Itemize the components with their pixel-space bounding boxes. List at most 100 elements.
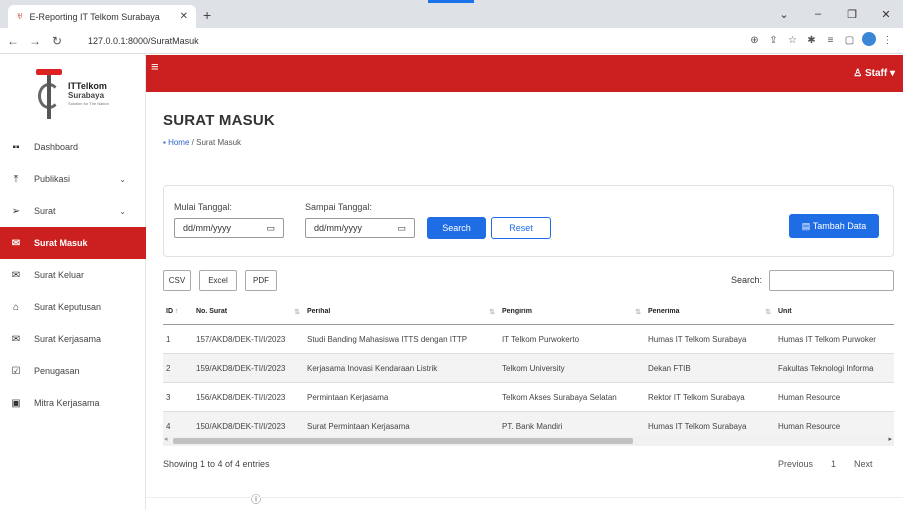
zoom-icon[interactable]: ⊕ [745,35,764,46]
col-header-perihal[interactable]: Perihal ⇅ [304,308,499,315]
sidebar-item-surat[interactable]: ➢ Surat ⌄ [0,195,146,227]
back-icon[interactable]: ← [4,34,22,48]
cell-no-surat: 150/AKD8/DEK-TI/I/2023 [196,421,286,431]
address-bar: ← → ↻ ⓘ 127.0.0.1:8000/SuratMasuk ⊕ ⇪ ☆ … [0,28,903,506]
info-icon[interactable]: ⓘ [251,491,261,506]
reload-icon[interactable]: ↻ [48,34,66,48]
tab-search-icon[interactable]: ⌄ [767,8,801,21]
sidebar-item-surat-masuk[interactable]: ✉ Surat Masuk [0,227,146,259]
col-header-no-surat[interactable]: No. Surat ⇅ [193,308,304,315]
cell-pengirim: PT. Bank Mandiri [502,421,563,431]
grid-icon: ▪▪ [12,141,20,153]
window-controls: ⌄ – ❐ ✕ [767,0,903,28]
new-tab-icon[interactable]: + [203,7,211,23]
table-row[interactable]: 3 156/AKD8/DEK-TI/I/2023 Permintaan Kerj… [163,383,894,412]
scroll-right-icon[interactable]: ▸ [888,435,892,443]
browser-tab[interactable]: ♅ E-Reporting IT Telkom Surabaya ✕ [8,5,196,28]
sidebar-item-publikasi[interactable]: ⤒ Publikasi ⌄ [0,163,146,195]
send-icon: ➢ [11,205,21,217]
url-field[interactable]: ⓘ 127.0.0.1:8000/SuratMasuk [88,32,668,506]
col-header-penerima[interactable]: Penerima ⇅ [645,308,775,315]
col-header-label: ID [166,307,173,315]
breadcrumb-current: Surat Masuk [196,138,242,147]
minimize-icon[interactable]: – [801,8,835,20]
cell-pengirim: Telkom University [502,363,565,373]
id-card-icon: ▣ [11,397,21,409]
cell-pengirim: Telkom Akses Surabaya Selatan [502,392,617,402]
pdf-button[interactable]: PDF [245,270,277,291]
cell-unit: Human Resource [778,392,841,402]
previous-button[interactable]: Previous [778,459,813,469]
logo-tagline: Solution for The Nation [68,101,109,106]
col-header-pengirim[interactable]: Pengirim ⇅ [499,308,645,315]
menu-icon[interactable]: ⋮ [878,35,897,46]
table-row[interactable]: 1 157/AKD8/DEK-TI/I/2023 Studi Banding M… [163,325,894,354]
reading-list-icon[interactable]: ≡ [821,35,840,46]
loading-indicator [428,0,474,3]
cell-penerima: Rektor IT Telkom Surabaya [648,392,745,402]
logo[interactable]: ITTelkom Surabaya Solution for The Natio… [30,67,130,121]
search-button[interactable]: Search [427,217,486,239]
cell-id: 2 [166,363,171,373]
close-window-icon[interactable]: ✕ [869,8,903,21]
star-icon[interactable]: ☆ [783,35,802,46]
add-data-label: Tambah Data [812,221,867,231]
table-row[interactable]: 2 159/AKD8/DEK-TI/I/2023 Kerjasama Inova… [163,354,894,383]
pagination: Previous 1 Next [778,459,873,469]
cell-perihal: Kerjasama Inovasi Kendaraan Listrik [307,363,438,373]
sidebar-item-label: Dashboard [34,142,79,152]
extension-icon[interactable]: ✱ [802,35,821,46]
cell-no-surat: 159/AKD8/DEK-TI/I/2023 [196,363,286,373]
surat-masuk-table: ID ↑ No. Surat ⇅ Perihal ⇅ Pengirim ⇅ Pener… [163,298,894,441]
page-title: SURAT MASUK [163,112,275,129]
reset-button[interactable]: Reset [491,217,551,239]
calendar-icon[interactable]: ▭ [397,223,406,234]
user-label: Staff [864,68,888,79]
col-header-unit[interactable]: Unit [775,308,894,315]
next-button[interactable]: Next [854,459,873,469]
share-icon[interactable]: ⇪ [764,35,783,46]
forward-icon[interactable]: → [26,34,44,48]
sidebar-menu: ▪▪ Dashboard ⤒ Publikasi ⌄ ➢ Surat ⌄ ✉ S… [0,131,146,419]
maximize-icon[interactable]: ❐ [835,8,869,21]
close-tab-icon[interactable]: ✕ [180,11,188,22]
breadcrumb: ▪ Home / Surat Masuk [163,138,241,147]
breadcrumb-home-label: Home [168,138,190,147]
chevron-down-icon: ⌄ [119,174,126,184]
excel-button[interactable]: Excel [199,270,237,291]
sidebar-item-surat-kerjasama[interactable]: ✉ Surat Kerjasama [0,323,146,355]
table-search-input[interactable] [769,270,894,291]
hamburger-icon[interactable]: ≡ [151,59,159,74]
tab-title: E-Reporting IT Telkom Surabaya [29,11,160,22]
cell-id: 1 [166,334,171,344]
horizontal-scrollbar[interactable]: ◂ ▸ [163,436,894,446]
scroll-left-icon[interactable]: ◂ [164,435,168,443]
cell-no-surat: 156/AKD8/DEK-TI/I/2023 [196,392,286,402]
sidebar-item-dashboard[interactable]: ▪▪ Dashboard [0,131,146,163]
sort-asc-icon: ↑ [174,307,179,315]
cell-unit: Human Resource [778,421,841,431]
sidebar-item-mitra-kerjasama[interactable]: ▣ Mitra Kerjasama [0,387,146,419]
end-date-input[interactable]: dd/mm/yyyy ▭ [305,218,415,238]
col-header-label: Penerima [648,307,680,315]
scrollbar-thumb[interactable] [173,438,633,444]
sidebar-item-surat-keluar[interactable]: ✉ Surat Keluar [0,259,146,291]
sidebar-item-surat-keputusan[interactable]: ⌂ Surat Keputusan [0,291,146,323]
breadcrumb-home[interactable]: ▪ Home [163,138,192,147]
page-1-button[interactable]: 1 [831,459,836,469]
footer-divider [146,497,903,498]
sidebar-item-label: Surat Kerjasama [34,334,102,344]
col-header-id[interactable]: ID ↑ [163,308,193,315]
csv-button[interactable]: CSV [163,270,191,291]
calendar-icon[interactable]: ▭ [266,223,275,234]
add-data-button[interactable]: ▤ Tambah Data [789,214,879,238]
profile-icon[interactable] [859,32,878,49]
sidepanel-icon[interactable]: ▢ [840,35,859,46]
url-text: 127.0.0.1:8000/SuratMasuk [88,36,199,46]
user-menu[interactable]: ♙ Staff ▾ [853,68,895,79]
start-date-label: Mulai Tanggal: [174,202,232,212]
start-date-input[interactable]: dd/mm/yyyy ▭ [174,218,284,238]
sidebar-item-penugasan[interactable]: ☑ Penugasan [0,355,146,387]
end-date-placeholder: dd/mm/yyyy [314,223,363,233]
mail-out-icon: ✉ [11,269,21,281]
